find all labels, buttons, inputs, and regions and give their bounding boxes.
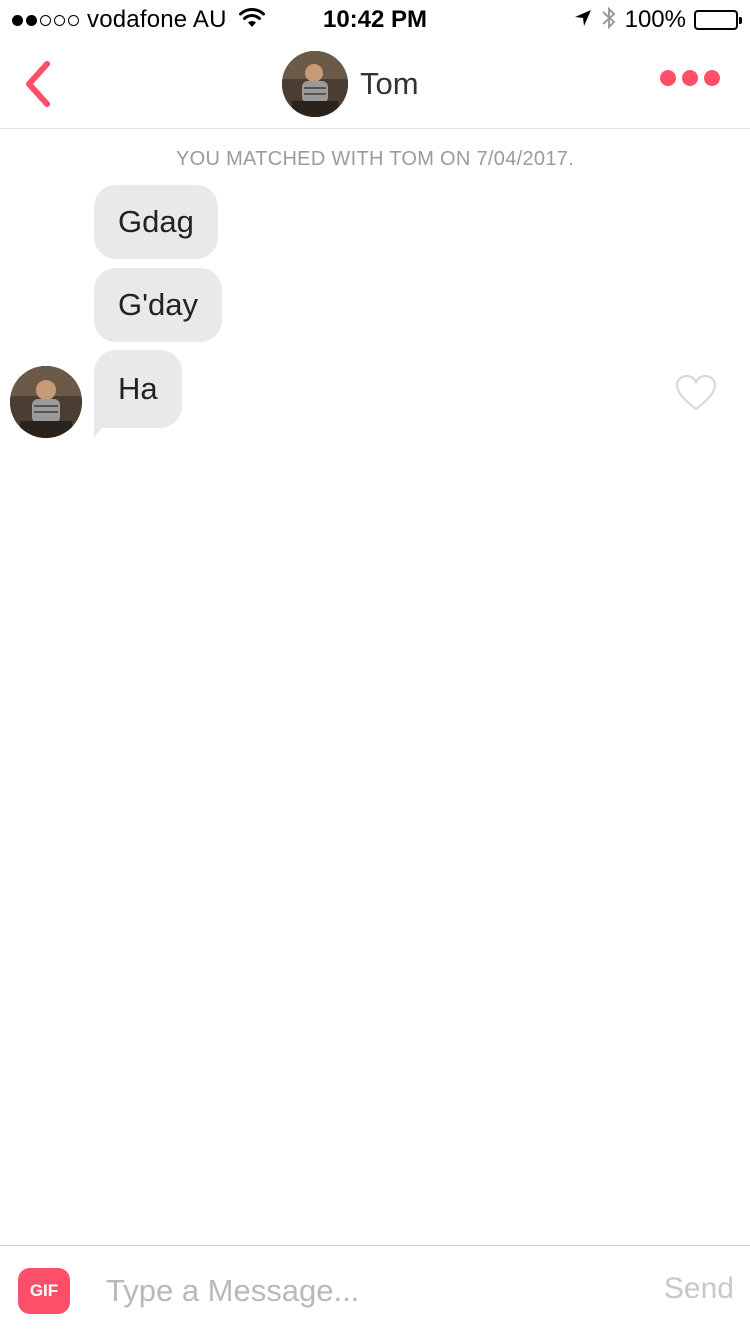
message-text: Gdag: [118, 204, 194, 239]
match-date-note: YOU MATCHED WITH TOM ON 7/04/2017.: [175, 148, 575, 170]
like-message-button[interactable]: [675, 374, 717, 417]
more-dots-icon: [660, 70, 676, 86]
message-text: G'day: [118, 287, 199, 322]
sender-avatar[interactable]: [10, 366, 82, 438]
chevron-left-icon: [26, 61, 50, 107]
message-input[interactable]: [100, 1264, 632, 1318]
carrier-name: vodafone AU: [87, 6, 227, 33]
location-arrow-icon: [573, 8, 593, 33]
chat-header: Tom: [0, 40, 750, 129]
more-options-button[interactable]: [660, 70, 720, 86]
wifi-icon: [238, 7, 265, 33]
message-bubble[interactable]: G'day: [94, 268, 223, 342]
message-bubble[interactable]: Ha: [94, 350, 182, 428]
send-button[interactable]: Send: [664, 1272, 734, 1306]
back-button[interactable]: [14, 56, 62, 112]
bluetooth-icon: [601, 5, 617, 36]
status-right: 100%: [573, 5, 742, 36]
battery-icon: [694, 10, 742, 30]
avatar[interactable]: [282, 51, 348, 117]
message-composer: GIF Send: [0, 1245, 750, 1335]
message-text: Ha: [118, 371, 158, 406]
battery-percent: 100%: [624, 6, 686, 33]
match-profile-link[interactable]: Tom: [282, 51, 419, 117]
status-bar: vodafone AU 10:42 PM 100%: [0, 0, 750, 40]
heart-outline-icon: [675, 374, 717, 411]
signal-strength-icon: [12, 14, 79, 26]
message-bubble[interactable]: Gdag: [94, 185, 218, 259]
bubble-tail: [94, 420, 108, 438]
match-name[interactable]: Tom: [360, 66, 419, 102]
status-left: vodafone AU: [12, 6, 265, 34]
gif-button[interactable]: GIF: [18, 1268, 70, 1314]
